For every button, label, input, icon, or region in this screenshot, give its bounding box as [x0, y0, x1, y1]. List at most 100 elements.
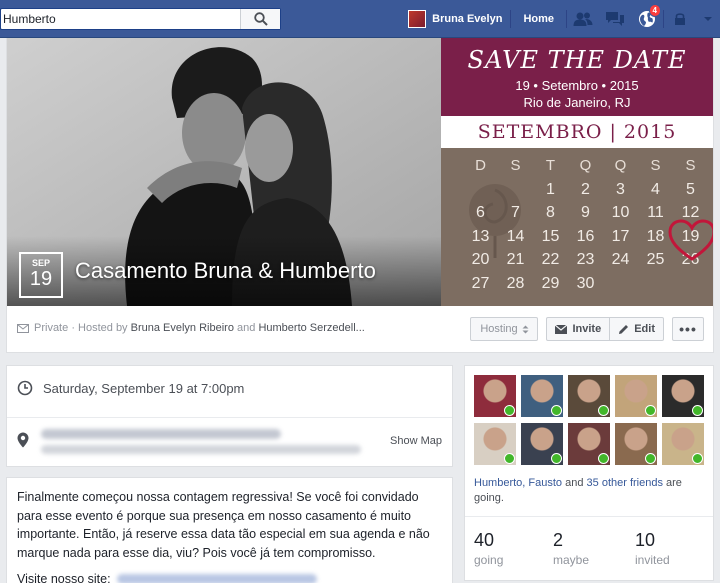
host-link[interactable]: Humberto Serzedell... [258, 322, 364, 334]
event-title: Casamento Bruna & Humberto [75, 258, 376, 283]
event-time: Saturday, September 19 at 7:00pm [43, 380, 245, 396]
calendar-day [673, 272, 708, 296]
guest-list-card: Humberto, Fausto and 35 other friends ar… [464, 365, 714, 581]
friend-names-link[interactable]: Humberto, Fausto [474, 477, 562, 489]
calendar-day: 10 [611, 204, 630, 221]
calendar-city: Rio de Janeiro, RJ [523, 95, 631, 110]
event-details-card: Saturday, September 19 at 7:00pm Show Ma… [6, 365, 453, 467]
hosted-by-label: · Hosted by [71, 322, 128, 334]
search-input[interactable] [1, 9, 241, 29]
calendar-day: 8 [546, 204, 555, 221]
other-friends-link[interactable]: 35 other friends [587, 477, 663, 489]
calendar-day: 20 [471, 251, 490, 268]
heart-icon [668, 219, 713, 261]
envelope-icon [555, 324, 568, 334]
calendar-day: 24 [611, 251, 630, 268]
redacted-website-link[interactable] [116, 574, 317, 583]
visit-label: Visite nosso site: [17, 572, 111, 583]
weekday-label: T [545, 157, 556, 174]
website-row: Visite nosso site: [17, 572, 317, 583]
account-menu-button[interactable] [696, 0, 720, 38]
guest-avatar[interactable] [662, 375, 704, 417]
calendar-day: 1 [546, 180, 555, 198]
privacy-shortcuts-button[interactable] [664, 0, 696, 38]
guest-avatar[interactable] [568, 375, 610, 417]
event-description: Finalmente começou nossa contagem regres… [17, 490, 430, 560]
host-link[interactable]: Bruna Evelyn Ribeiro [131, 322, 234, 334]
top-nav-links: Bruna Evelyn Home 4 [402, 0, 720, 38]
lock-icon [675, 13, 685, 25]
search-box [0, 8, 281, 30]
redacted-location-name [41, 429, 281, 439]
invited-stat[interactable]: 10 invited [635, 530, 670, 567]
guest-avatar[interactable] [615, 375, 657, 417]
search-button[interactable] [240, 9, 280, 29]
weekday-label: Q [579, 157, 592, 174]
calendar-day [463, 178, 498, 202]
going-check-icon [598, 405, 609, 416]
messages-button[interactable] [599, 0, 631, 38]
guest-avatar[interactable] [615, 423, 657, 465]
profile-name: Bruna Evelyn [432, 13, 503, 25]
notifications-button[interactable]: 4 [631, 0, 663, 38]
guest-avatar[interactable] [521, 375, 563, 417]
calendar-day: 29 [541, 274, 560, 292]
calendar-day: 22 [541, 251, 560, 268]
weekday-label: S [685, 157, 696, 174]
pencil-icon [619, 324, 629, 334]
guest-avatar[interactable] [662, 423, 704, 465]
envelope-icon [17, 323, 29, 333]
guest-avatar[interactable] [521, 423, 563, 465]
divider [7, 417, 452, 418]
guest-avatar[interactable] [568, 423, 610, 465]
calendar-day: 21 [506, 251, 525, 268]
calendar-week-row: 1 2 3 4 5 [463, 178, 708, 202]
profile-link[interactable]: Bruna Evelyn [402, 0, 510, 38]
weekday-label: Q [614, 157, 627, 174]
invited-label: invited [635, 553, 670, 567]
going-check-icon [504, 453, 515, 464]
and-label: and [565, 477, 584, 489]
calendar-day: 7 [511, 204, 520, 221]
save-the-date-calendar: SAVE THE DATE 19 • Setembro • 2015 Rio d… [441, 38, 713, 306]
calendar-day [603, 272, 638, 296]
calendar-day: 9 [581, 204, 590, 221]
calendar-day [638, 272, 673, 296]
edit-button[interactable]: Edit [610, 317, 664, 341]
hosting-dropdown[interactable]: Hosting [470, 317, 539, 341]
guest-avatar[interactable] [474, 375, 516, 417]
sort-arrows-icon [522, 325, 529, 333]
notification-count-badge: 4 [648, 4, 661, 17]
event-header-card: SAVE THE DATE 19 • Setembro • 2015 Rio d… [6, 38, 714, 353]
calendar-day: 30 [576, 274, 595, 292]
chevron-down-icon [704, 17, 712, 21]
avatar [408, 10, 427, 28]
event-description-card: Finalmente começou nossa contagem regres… [6, 477, 453, 583]
going-stat[interactable]: 40 going [474, 530, 503, 567]
guest-avatar[interactable] [474, 423, 516, 465]
invite-button[interactable]: Invite [546, 317, 611, 341]
friend-requests-button[interactable] [567, 0, 599, 38]
event-cover-photo[interactable]: SAVE THE DATE 19 • Setembro • 2015 Rio d… [7, 38, 713, 306]
calendar-day: 4 [651, 180, 660, 198]
ellipsis-icon: ••• [679, 321, 697, 337]
calendar-day: 17 [611, 227, 630, 245]
calendar-month-title: SETEMBRO | 2015 [441, 116, 713, 148]
maybe-label: maybe [553, 553, 590, 567]
friends-icon [573, 12, 593, 26]
maybe-stat[interactable]: 2 maybe [553, 530, 589, 567]
hosting-label: Hosting [480, 323, 518, 335]
calendar-day: 3 [616, 180, 625, 198]
calendar-day: 5 [686, 180, 695, 198]
going-check-icon [504, 405, 515, 416]
maybe-count: 2 [553, 530, 564, 550]
calendar-day: 16 [576, 227, 595, 245]
show-map-link[interactable]: Show Map [390, 435, 442, 447]
home-link[interactable]: Home [511, 0, 566, 38]
messages-icon [606, 12, 624, 26]
event-meta: Private · Hosted by Bruna Evelyn Ribeiro… [17, 322, 365, 334]
map-pin-icon [17, 432, 29, 448]
going-check-icon [645, 453, 656, 464]
event-date-badge: SEP 19 [19, 252, 63, 298]
more-options-button[interactable]: ••• [672, 317, 704, 341]
